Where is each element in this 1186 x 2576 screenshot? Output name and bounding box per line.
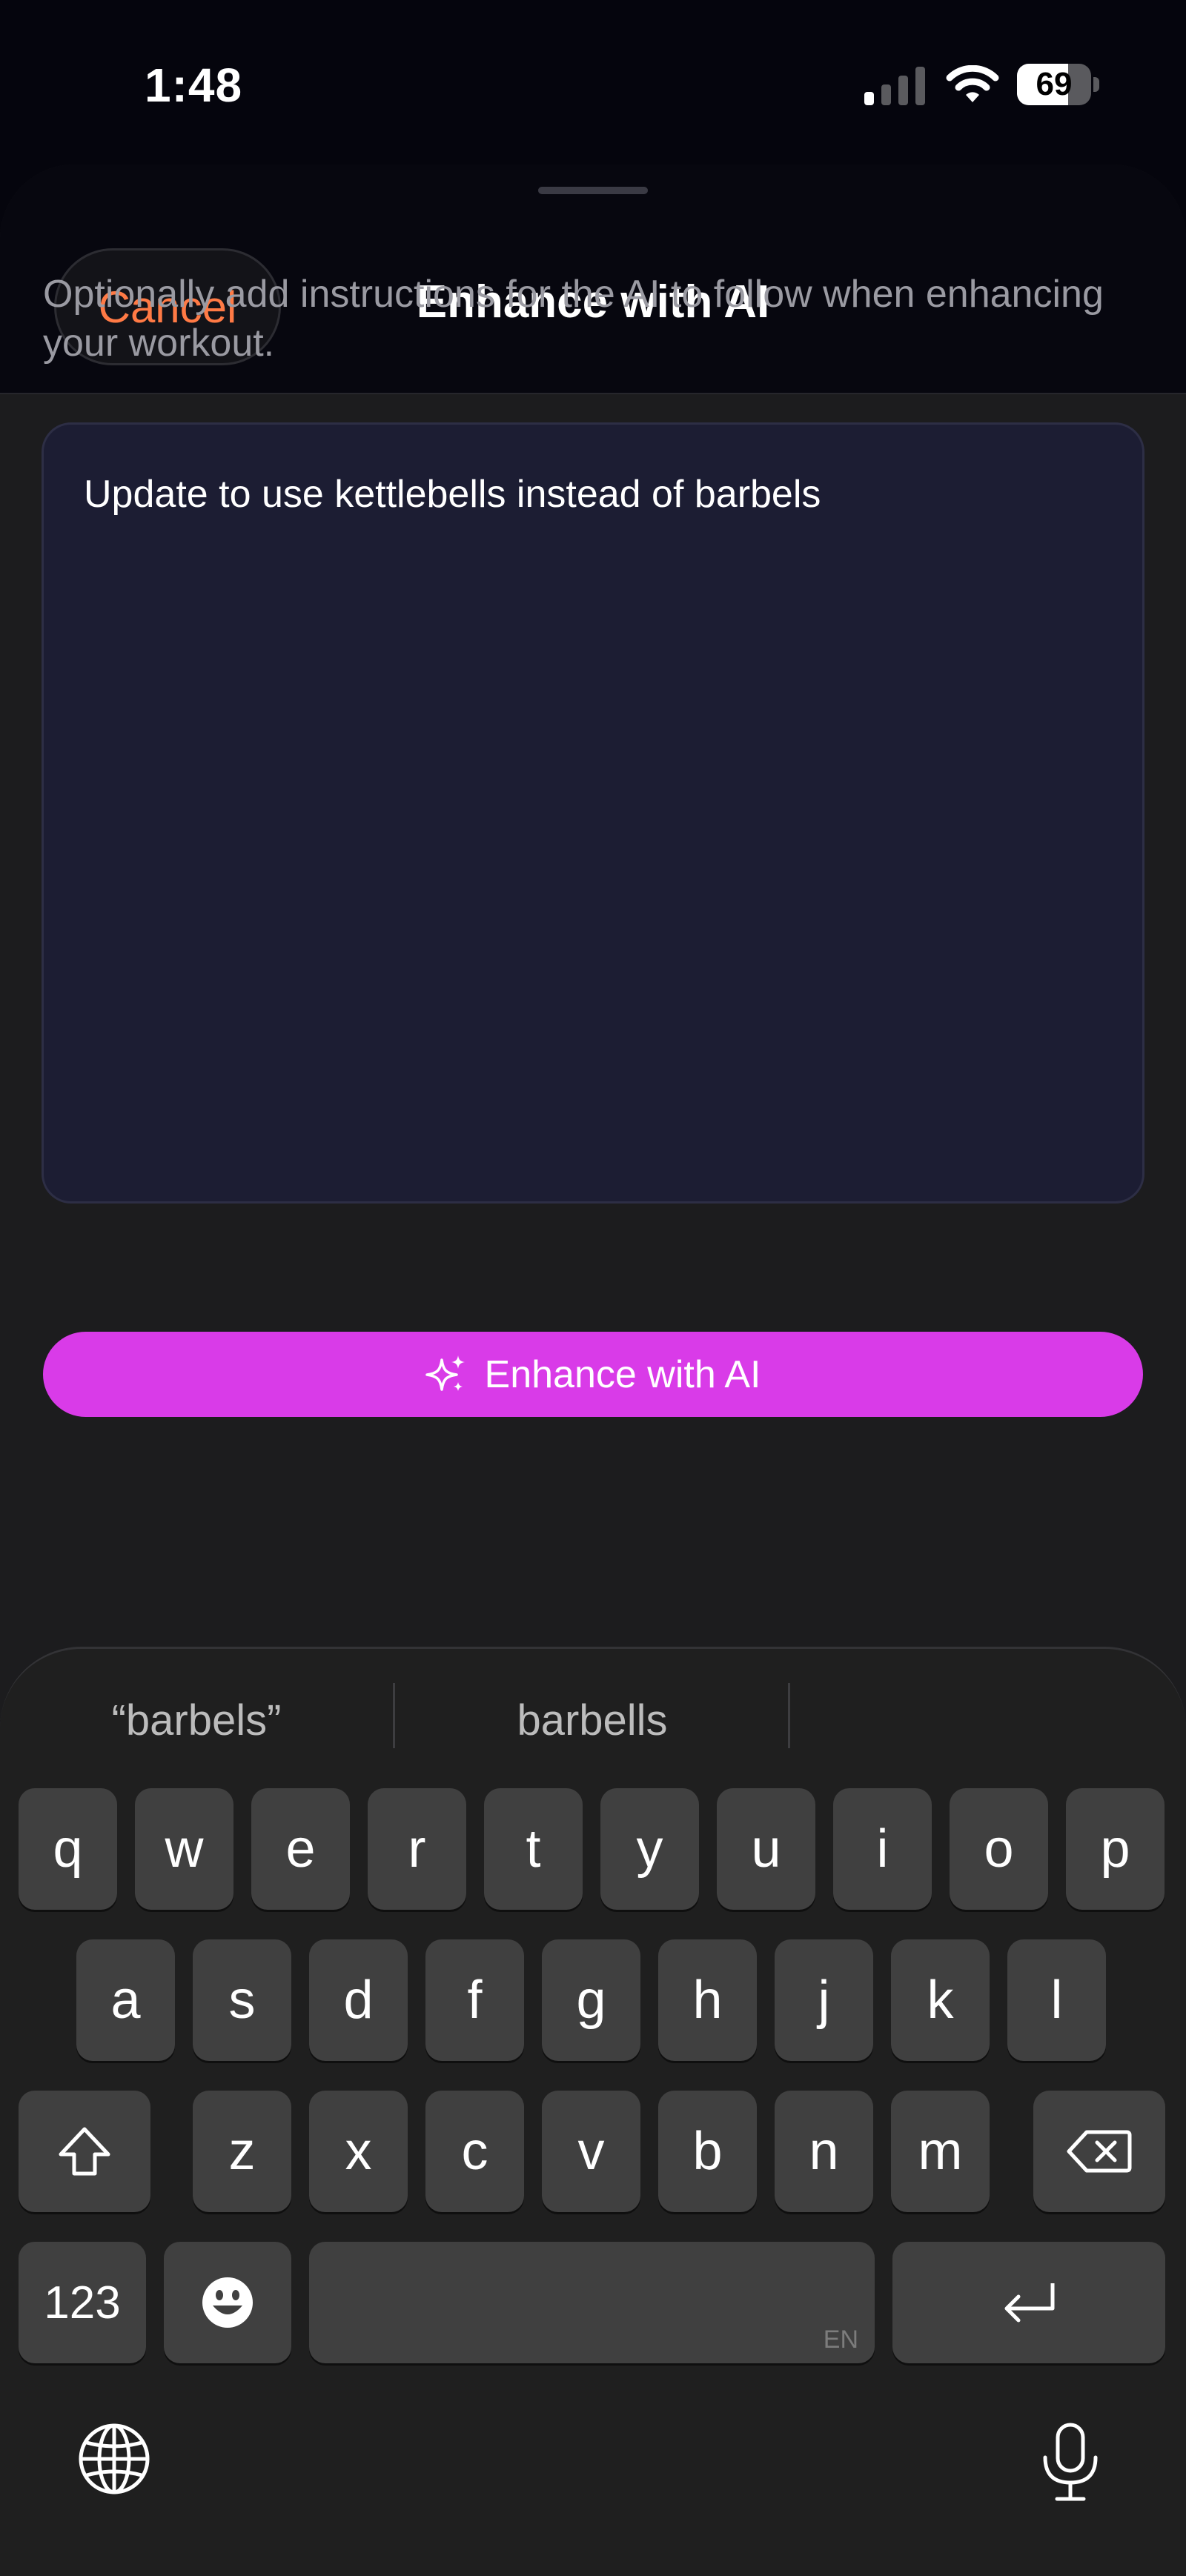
- backspace-key[interactable]: [1033, 2091, 1165, 2212]
- cellular-signal-icon: [864, 67, 925, 105]
- key-q[interactable]: q: [19, 1788, 117, 1910]
- key-i[interactable]: i: [833, 1788, 932, 1910]
- suggestion-3[interactable]: [823, 1687, 1156, 1754]
- key-b[interactable]: b: [658, 2091, 757, 2212]
- key-s[interactable]: s: [193, 1939, 291, 2061]
- suggestion-1[interactable]: “barbels”: [30, 1687, 363, 1754]
- suggestion-divider: [788, 1683, 790, 1748]
- status-time: 1:48: [145, 59, 243, 112]
- key-p[interactable]: p: [1066, 1788, 1165, 1910]
- sparkles-icon: [425, 1355, 465, 1391]
- key-f[interactable]: f: [425, 1939, 524, 2061]
- suggestion-divider: [393, 1683, 395, 1748]
- sheet-grabber[interactable]: [538, 187, 648, 194]
- space-language-label: EN: [823, 2326, 858, 2354]
- return-icon: [1004, 2283, 1055, 2323]
- key-j[interactable]: j: [775, 1939, 873, 2061]
- battery-icon: 69: [1017, 64, 1101, 105]
- key-c[interactable]: c: [425, 2091, 524, 2212]
- shift-icon: [59, 2127, 110, 2176]
- instructions-text: Optionally add instructions for the AI t…: [43, 273, 1104, 365]
- enhance-button-label: Enhance with AI: [484, 1352, 761, 1396]
- screen: 1:48 69 Cancel Enhance with AI Optionall…: [0, 0, 1186, 2576]
- key-v[interactable]: v: [542, 2091, 640, 2212]
- keyboard: “barbels” barbells q w e r t y u i o p a…: [0, 1647, 1186, 2576]
- emoji-icon: [202, 2277, 253, 2328]
- instructions-textarea[interactable]: Update to use kettlebells instead of bar…: [42, 422, 1144, 1204]
- key-l[interactable]: l: [1007, 1939, 1106, 2061]
- key-a[interactable]: a: [76, 1939, 175, 2061]
- numbers-key[interactable]: 123: [19, 2242, 146, 2363]
- textarea-value: Update to use kettlebells instead of bar…: [84, 473, 821, 516]
- key-e[interactable]: e: [251, 1788, 350, 1910]
- return-key[interactable]: [892, 2242, 1165, 2363]
- key-g[interactable]: g: [542, 1939, 640, 2061]
- globe-icon[interactable]: [77, 2422, 151, 2496]
- key-o[interactable]: o: [950, 1788, 1048, 1910]
- key-z[interactable]: z: [193, 2091, 291, 2212]
- key-m[interactable]: m: [891, 2091, 990, 2212]
- microphone-icon[interactable]: [1039, 2422, 1101, 2503]
- emoji-key[interactable]: [164, 2242, 291, 2363]
- key-x[interactable]: x: [309, 2091, 408, 2212]
- battery-percent: 69: [1036, 66, 1073, 102]
- key-u[interactable]: u: [717, 1788, 815, 1910]
- key-k[interactable]: k: [891, 1939, 990, 2061]
- wifi-icon: [946, 65, 999, 102]
- key-h[interactable]: h: [658, 1939, 757, 2061]
- key-y[interactable]: y: [600, 1788, 699, 1910]
- backspace-icon: [1067, 2130, 1132, 2173]
- key-r[interactable]: r: [368, 1788, 466, 1910]
- space-key[interactable]: EN: [309, 2242, 875, 2363]
- shift-key[interactable]: [19, 2091, 150, 2212]
- key-n[interactable]: n: [775, 2091, 873, 2212]
- enhance-with-ai-button[interactable]: Enhance with AI: [43, 1332, 1143, 1417]
- key-t[interactable]: t: [484, 1788, 583, 1910]
- suggestion-2[interactable]: barbells: [425, 1687, 759, 1754]
- key-d[interactable]: d: [309, 1939, 408, 2061]
- key-w[interactable]: w: [135, 1788, 233, 1910]
